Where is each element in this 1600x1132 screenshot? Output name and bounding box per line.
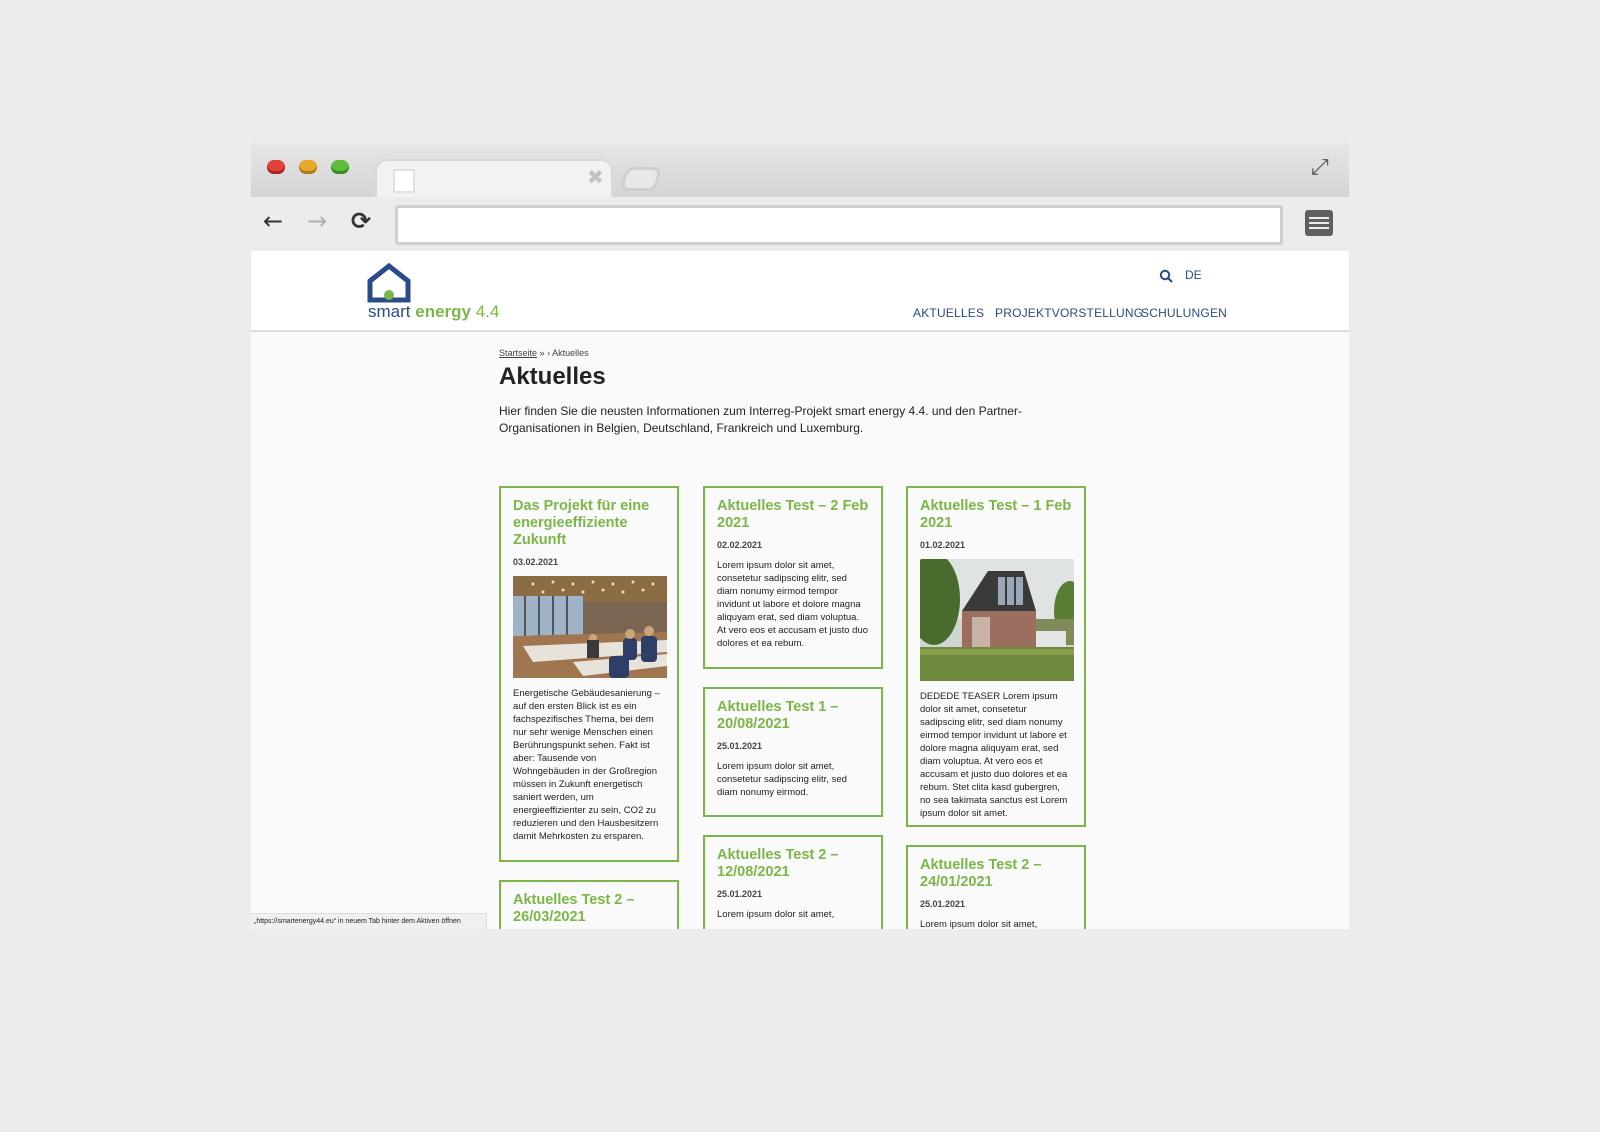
page-title: Aktuelles (499, 363, 606, 390)
page-icon (393, 169, 415, 193)
nav-item-projektvorstellung[interactable]: PROJEKTVORSTELLUNG (995, 306, 1143, 320)
news-card-title[interactable]: Aktuelles Test – 1 Feb 2021 (920, 498, 1072, 532)
browser-titlebar: ✖ ⤢ (251, 143, 1349, 197)
news-card-title[interactable]: Aktuelles Test 2 – 12/08/2021 (717, 847, 869, 881)
browser-window: ✖ ⤢ ← → ⟳ smart energy 4.4 DE AKTUELLES … (251, 143, 1349, 929)
news-card-teaser: Lorem ipsum dolor sit amet, (920, 919, 1038, 929)
close-icon[interactable]: ✖ (587, 165, 604, 189)
news-card[interactable]: Aktuelles Test 1 – 20/08/2021 25.01.2021… (703, 687, 883, 817)
news-card-teaser: Lorem ipsum dolor sit amet, consetetur s… (717, 761, 847, 798)
zoom-window-button[interactable] (331, 160, 349, 174)
news-card-date: 25.01.2021 (717, 741, 763, 751)
forward-button[interactable]: → (307, 206, 327, 236)
news-card-title[interactable]: Aktuelles Test 2 – 26/03/2021 (513, 892, 665, 926)
news-card-title[interactable]: Das Projekt für eine energieeffiziente Z… (513, 498, 665, 549)
page-intro: Hier finden Sie die neusten Informatione… (499, 404, 1022, 435)
breadcrumb: Startseite » › Aktuelles (499, 348, 589, 358)
news-card-teaser: Lorem ipsum dolor sit amet, (717, 909, 835, 920)
conference-room-photo[interactable] (513, 576, 667, 678)
breadcrumb-home-link[interactable]: Startseite (499, 348, 537, 358)
news-card[interactable]: Aktuelles Test – 1 Feb 2021 01.02.2021 D… (906, 486, 1086, 827)
reload-button[interactable]: ⟳ (351, 206, 371, 236)
site-logo[interactable]: smart energy 4.4 (368, 302, 499, 322)
news-card[interactable]: Aktuelles Test 2 – 24/01/2021 25.01.2021… (906, 845, 1086, 929)
news-card-date: 25.01.2021 (920, 899, 966, 909)
minimize-window-button[interactable] (299, 160, 317, 174)
nav-item-schulungen[interactable]: SCHULUNGEN (1141, 306, 1227, 320)
close-window-button[interactable] (267, 160, 285, 174)
news-card-date: 03.02.2021 (513, 557, 559, 567)
news-card[interactable]: Aktuelles Test 2 – 12/08/2021 25.01.2021… (703, 835, 883, 929)
news-card-date: 02.02.2021 (717, 540, 763, 550)
browser-toolbar: ← → ⟳ (251, 197, 1349, 251)
fullscreen-icon[interactable]: ⤢ (1311, 157, 1333, 179)
news-card-teaser: Energetische Gebäudesanierung – auf den … (513, 688, 660, 842)
news-card-date: 25.01.2021 (717, 889, 763, 899)
status-bar: „https://smartenergy44.eu“ in neuem Tab … (251, 913, 487, 929)
language-switch[interactable]: DE (1185, 268, 1202, 282)
search-icon[interactable] (1159, 269, 1173, 283)
house-photo[interactable] (920, 559, 1074, 681)
news-card-title[interactable]: Aktuelles Test – 2 Feb 2021 (717, 498, 869, 532)
breadcrumb-current: Aktuelles (552, 348, 589, 358)
back-button[interactable]: ← (263, 206, 283, 236)
logo-house-icon[interactable] (367, 263, 411, 303)
news-card-title[interactable]: Aktuelles Test 2 – 24/01/2021 (920, 857, 1072, 891)
news-card-teaser: DEDEDE TEASER Lorem ipsum dolor sit amet… (920, 691, 1068, 819)
news-card[interactable]: Aktuelles Test 2 – 26/03/2021 (499, 880, 679, 929)
menu-icon[interactable] (1305, 210, 1333, 236)
news-card[interactable]: Aktuelles Test – 2 Feb 2021 02.02.2021 L… (703, 486, 883, 669)
news-card-teaser: Lorem ipsum dolor sit amet, consetetur s… (717, 560, 869, 649)
news-card[interactable]: Das Projekt für eine energieeffiziente Z… (499, 486, 679, 862)
news-card-title[interactable]: Aktuelles Test 1 – 20/08/2021 (717, 699, 869, 733)
browser-tab[interactable]: ✖ (375, 159, 613, 197)
new-tab-button[interactable] (619, 167, 663, 191)
site-header: smart energy 4.4 DE AKTUELLES PROJEKTVOR… (251, 251, 1349, 332)
address-bar[interactable] (395, 205, 1283, 245)
nav-item-aktuelles[interactable]: AKTUELLES (913, 306, 984, 320)
news-card-date: 01.02.2021 (920, 540, 966, 550)
